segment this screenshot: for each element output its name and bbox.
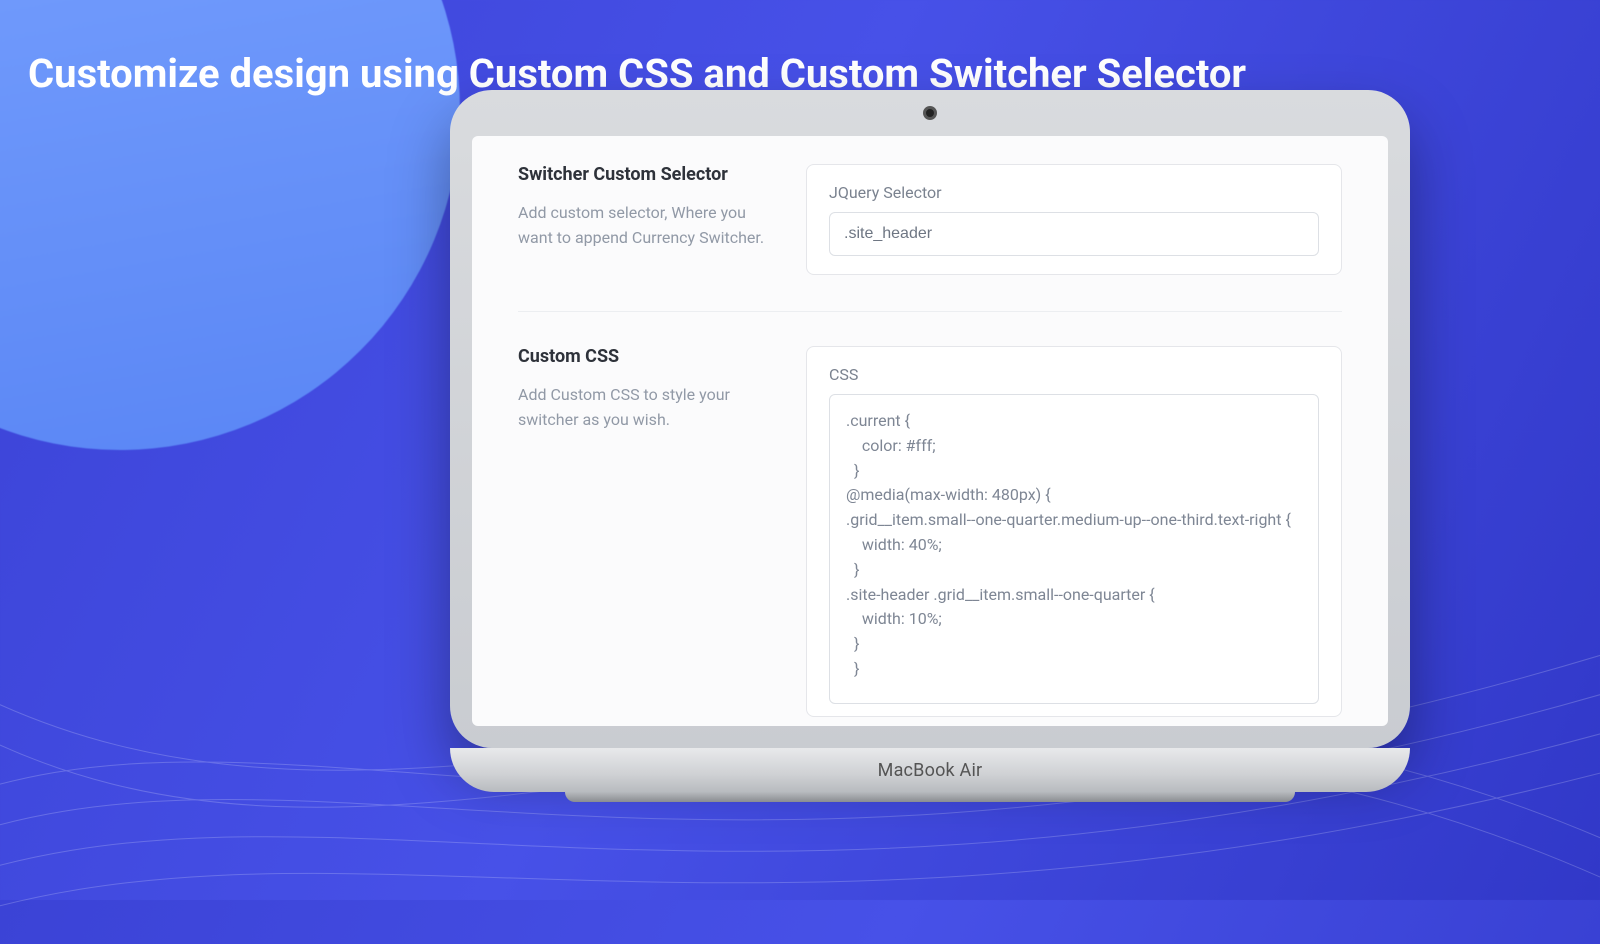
laptop-brand: MacBook Air <box>878 760 983 781</box>
laptop-mockup: Switcher Custom Selector Add custom sele… <box>450 90 1410 802</box>
section-title-css: Custom CSS <box>518 346 768 367</box>
section-desc-selector: Add custom selector, Where you want to a… <box>518 201 768 251</box>
section-title-selector: Switcher Custom Selector <box>518 164 768 185</box>
app-screen: Switcher Custom Selector Add custom sele… <box>472 136 1388 726</box>
section-desc-css: Add Custom CSS to style your switcher as… <box>518 383 768 433</box>
section-custom-css: Custom CSS Add Custom CSS to style your … <box>518 311 1342 726</box>
label-css: CSS <box>829 365 1319 384</box>
section-switcher-selector: Switcher Custom Selector Add custom sele… <box>518 164 1342 309</box>
camera-icon <box>923 106 937 120</box>
custom-css-textarea[interactable] <box>829 394 1319 704</box>
laptop-foot <box>565 792 1295 802</box>
jquery-selector-input[interactable] <box>829 212 1319 256</box>
label-jquery-selector: JQuery Selector <box>829 183 1319 202</box>
laptop-base: MacBook Air <box>450 748 1410 792</box>
